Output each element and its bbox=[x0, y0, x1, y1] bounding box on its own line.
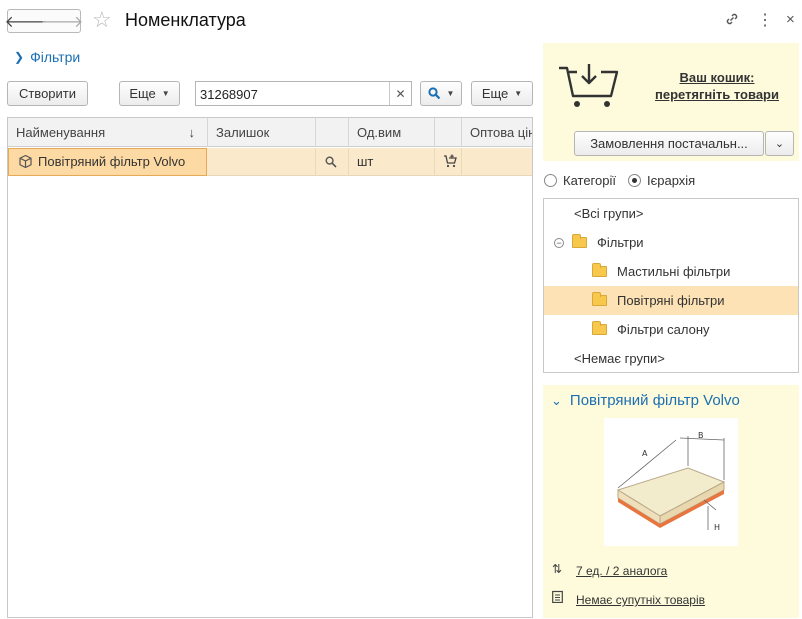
sort-arrows-icon: ⇅ bbox=[552, 562, 563, 576]
cell-price[interactable] bbox=[462, 148, 532, 176]
tree-item-all-groups[interactable]: <Всі групи> bbox=[544, 199, 798, 228]
caret-down-icon: ▼ bbox=[446, 89, 455, 98]
filters-label: Фільтри bbox=[30, 49, 81, 65]
analogs-link[interactable]: 7 ед. / 2 аналога bbox=[576, 564, 667, 578]
more-icon[interactable]: ⋮ bbox=[757, 10, 773, 30]
radio-categories[interactable]: Категорії bbox=[544, 173, 616, 188]
cell-stock[interactable] bbox=[208, 148, 316, 176]
clipboard-icon bbox=[552, 590, 563, 606]
folder-icon bbox=[592, 263, 607, 277]
supplier-order-dropdown[interactable]: ⌄ bbox=[765, 131, 794, 156]
chevron-down-icon: ⌄ bbox=[551, 392, 562, 408]
column-header-price[interactable]: Оптова ціна bbox=[462, 118, 532, 147]
product-details-toggle[interactable]: ⌄ Повітряний фільтр Volvo bbox=[551, 392, 740, 409]
box-icon bbox=[19, 154, 32, 169]
caret-down-icon: ▼ bbox=[161, 89, 170, 98]
history-nav: 🡐 🡒 bbox=[5, 9, 84, 33]
more-menu-button-2[interactable]: Еще ▼ bbox=[471, 81, 533, 106]
cart-drop-link[interactable]: Ваш кошик: перетягніть товари bbox=[647, 69, 787, 103]
product-image[interactable]: A B H bbox=[604, 418, 738, 546]
column-header-cart[interactable] bbox=[435, 118, 462, 147]
search-input[interactable]: 31268907 bbox=[196, 82, 389, 105]
column-header-stock[interactable]: Залишок bbox=[208, 118, 316, 147]
cart-icon[interactable] bbox=[557, 62, 621, 110]
radio-circle-icon bbox=[544, 174, 557, 187]
cell-unit[interactable]: шт bbox=[349, 148, 435, 176]
chevron-down-icon: ⌄ bbox=[774, 138, 785, 150]
caret-down-icon: ▼ bbox=[514, 89, 523, 98]
product-title: Повітряний фільтр Volvo bbox=[569, 392, 740, 409]
close-icon[interactable]: × bbox=[786, 11, 795, 28]
nomenclature-table: Найменування ↓ Залишок Од.вим Оптова цін… bbox=[7, 117, 533, 618]
tree-item-air-filters[interactable]: Повітряні фільтри bbox=[544, 286, 798, 315]
tree-item-cabin-filters[interactable]: Фільтри салону bbox=[544, 315, 798, 344]
search-icon[interactable] bbox=[325, 156, 337, 168]
back-button[interactable]: 🡐 bbox=[5, 10, 48, 32]
search-box: 31268907 ✕ bbox=[195, 81, 412, 106]
favorite-star-icon[interactable]: ☆ bbox=[92, 8, 112, 32]
tree-item-oil-filters[interactable]: Мастильні фільтри bbox=[544, 257, 798, 286]
radio-checked-icon bbox=[628, 174, 641, 187]
add-to-cart-icon[interactable] bbox=[443, 154, 457, 168]
chevron-right-icon: ❯ bbox=[14, 50, 25, 64]
forward-button[interactable]: 🡒 bbox=[41, 10, 84, 32]
column-header-unit[interactable]: Од.вим bbox=[349, 118, 435, 147]
cell-cart[interactable] bbox=[435, 148, 462, 176]
sort-arrow-icon: ↓ bbox=[188, 125, 196, 140]
tree-item-no-group[interactable]: <Немає групи> bbox=[544, 344, 798, 373]
group-tree: <Всі групи> − Фільтри Мастильні фільтри … bbox=[543, 198, 799, 373]
create-button[interactable]: Створити bbox=[7, 81, 88, 106]
tree-item-filters[interactable]: − Фільтри bbox=[544, 228, 798, 257]
more-menu-button[interactable]: Еще ▼ bbox=[119, 81, 180, 106]
air-filter-drawing: A B H bbox=[616, 431, 726, 532]
search-icon bbox=[427, 87, 440, 100]
supplier-order-button[interactable]: Замовлення постачальн... bbox=[574, 131, 764, 156]
cart-panel: Ваш кошик: перетягніть товари Замовлення… bbox=[543, 43, 799, 161]
table-header: Найменування ↓ Залишок Од.вим Оптова цін… bbox=[8, 118, 532, 147]
arrow-right-icon: 🡒 bbox=[40, 13, 84, 31]
column-header-name[interactable]: Найменування ↓ bbox=[8, 118, 208, 147]
radio-hierarchy[interactable]: Ієрархія bbox=[628, 173, 695, 188]
collapse-icon[interactable]: − bbox=[554, 237, 564, 248]
related-products-link[interactable]: Немає супутніх товарів bbox=[576, 593, 705, 607]
clear-search-icon[interactable]: ✕ bbox=[389, 82, 411, 105]
dimension-a-label: A bbox=[642, 449, 648, 458]
window-title: Номенклатура bbox=[125, 10, 246, 30]
folder-icon bbox=[572, 234, 587, 248]
dimension-b-label: B bbox=[698, 431, 704, 440]
filters-toggle[interactable]: ❯ Фільтри bbox=[14, 49, 80, 65]
cell-name[interactable]: Повітряний фільтр Volvo bbox=[8, 148, 207, 176]
link-icon[interactable] bbox=[724, 11, 740, 31]
dimension-h-label: H bbox=[714, 523, 720, 532]
search-button[interactable]: ▼ bbox=[420, 81, 462, 106]
cell-search[interactable] bbox=[316, 148, 349, 176]
product-details-panel: ⌄ Повітряний фільтр Volvo A B H ⇅ 7 ед. … bbox=[543, 385, 799, 618]
column-header-search[interactable] bbox=[316, 118, 349, 147]
folder-icon bbox=[592, 292, 607, 306]
table-row[interactable]: Повітряний фільтр Volvo шт bbox=[8, 148, 532, 176]
folder-icon bbox=[592, 321, 607, 335]
